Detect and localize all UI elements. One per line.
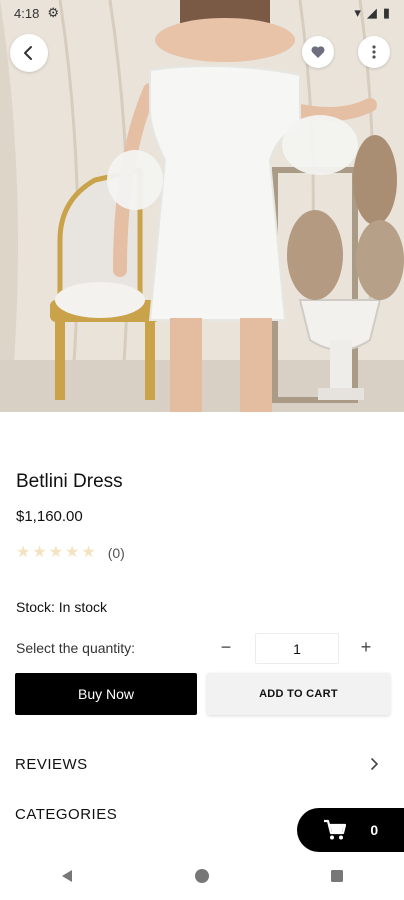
product-rating[interactable]: ★ ★ ★ ★ ★ (0): [16, 544, 125, 562]
star-icon: ★: [32, 544, 47, 561]
chevron-right-icon: [371, 758, 378, 770]
star-icon: ★: [48, 544, 64, 561]
status-bar: 4:18 ⚙ ▾ ◢ ▮: [0, 0, 404, 26]
categories-section-row[interactable]: CATEGORIES: [15, 798, 117, 830]
status-time: 4:18: [14, 5, 40, 21]
reviews-label: REVIEWS: [15, 755, 88, 773]
quantity-label: Select the quantity:: [16, 640, 136, 656]
nav-home-icon[interactable]: [194, 868, 210, 884]
cart-floating-button[interactable]: 0: [297, 808, 404, 852]
star-icon: ★: [81, 544, 96, 561]
more-vert-icon: [372, 45, 376, 59]
cart-icon: [323, 819, 346, 840]
nav-recents-icon[interactable]: [329, 868, 345, 884]
product-price: $1,160.00: [16, 508, 83, 525]
signal-icon: ◢: [366, 5, 377, 20]
product-image: 4:18 ⚙ ▾ ◢ ▮: [0, 0, 404, 412]
settings-status-icon: ⚙: [47, 5, 59, 20]
categories-label: CATEGORIES: [15, 805, 118, 823]
rating-count: (0): [107, 545, 125, 561]
quantity-input[interactable]: 1: [255, 633, 339, 664]
stock-status: Stock: In stock: [16, 599, 108, 615]
system-navigation-bar: [0, 852, 404, 900]
back-button[interactable]: [10, 34, 48, 72]
heart-icon: [311, 46, 325, 58]
product-photo-illustration: [0, 0, 404, 412]
wifi-icon: ▾: [354, 5, 361, 20]
add-to-cart-button[interactable]: ADD TO CART: [207, 673, 390, 715]
star-icon: ★: [16, 544, 31, 561]
nav-back-icon[interactable]: [59, 868, 75, 884]
reviews-section-row[interactable]: REVIEWS: [15, 748, 380, 780]
quantity-decrease-button[interactable]: −: [216, 633, 236, 661]
cart-count-badge: 0: [370, 822, 379, 838]
battery-icon: ▮: [382, 5, 390, 20]
star-icon: ★: [65, 544, 80, 561]
favorite-button[interactable]: [302, 36, 334, 68]
product-title: Betlini Dress: [16, 471, 123, 492]
quantity-increase-button[interactable]: +: [356, 633, 376, 661]
back-arrow-icon: [24, 46, 32, 60]
more-options-button[interactable]: [358, 36, 390, 68]
buy-now-button[interactable]: Buy Now: [15, 673, 197, 715]
